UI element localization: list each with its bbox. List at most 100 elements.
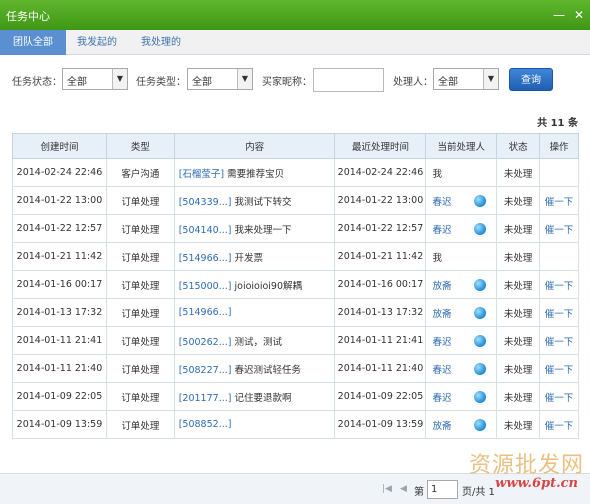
order-link[interactable]: [514966...] (179, 253, 232, 264)
chevron-down-icon: ▼ (112, 69, 127, 89)
order-link[interactable]: [201177...] (179, 393, 232, 404)
page-suffix: 页/共 1 (462, 487, 495, 498)
header-created-time[interactable]: 创建时间 (12, 133, 107, 159)
cell-handler: 我 (425, 242, 498, 271)
cell-type: 订单处理 (105, 298, 175, 327)
buyer-nickname-input[interactable] (313, 68, 384, 92)
order-link[interactable]: [504140...] (179, 225, 232, 236)
tab-initiated-by-me[interactable]: 我发起的 (66, 30, 128, 55)
type-select[interactable]: 全部 ▼ (187, 68, 253, 90)
handler-select[interactable]: 全部 ▼ (433, 68, 499, 90)
cell-content: [508227...] 春迟测试轻任务 (173, 354, 336, 383)
remind-link[interactable]: 催一下 (545, 337, 574, 348)
handler-name: 我 (432, 168, 442, 180)
handler-name[interactable]: 春迟 (432, 337, 451, 348)
order-link[interactable]: [514966...] (179, 307, 232, 318)
type-select-value: 全部 (192, 77, 212, 88)
cell-handler: 我 (425, 158, 498, 187)
wangwang-icon[interactable] (474, 335, 487, 347)
cell-content: [514966...] 开发票 (173, 242, 336, 271)
remind-link[interactable]: 催一下 (545, 281, 574, 292)
close-icon[interactable]: ✕ (572, 8, 586, 22)
cell-created-time: 2014-01-16 00:17 (12, 270, 107, 299)
remind-link[interactable]: 催一下 (545, 365, 574, 376)
cell-status: 未处理 (496, 242, 541, 271)
wangwang-icon[interactable] (474, 223, 487, 235)
header-updated-time[interactable]: 最近处理时间 (334, 133, 427, 159)
query-button[interactable]: 查询 (509, 68, 553, 91)
cell-status: 未处理 (496, 270, 541, 299)
handler-name[interactable]: 放斋 (432, 281, 451, 292)
handler-name[interactable]: 春迟 (432, 197, 451, 208)
remind-link[interactable]: 催一下 (545, 309, 574, 320)
cell-type: 订单处理 (105, 270, 175, 299)
remind-link[interactable]: 催一下 (545, 393, 574, 404)
header-content[interactable]: 内容 (173, 133, 336, 159)
wangwang-icon[interactable] (474, 419, 487, 431)
handler-name[interactable]: 放斋 (432, 309, 451, 320)
status-select[interactable]: 全部 ▼ (62, 68, 128, 90)
cell-handler: 放斋 (425, 298, 498, 327)
wangwang-icon[interactable] (474, 307, 487, 319)
total-count: 共 11 条 (537, 118, 578, 129)
wangwang-icon[interactable] (474, 363, 487, 375)
order-link[interactable]: [508852...] (179, 419, 232, 430)
cell-updated-time: 2014-01-22 12:57 (334, 214, 427, 243)
window-title: 任务中心 (6, 10, 50, 23)
cell-handler: 放斋 (425, 410, 498, 439)
content-text: 开发票 (231, 252, 263, 264)
watermark-logo: 资源批发网 (468, 453, 584, 478)
type-label: 任务类型： (136, 77, 186, 88)
table-row: 2014-02-24 22:46 客户沟通 [石榴莹子] 需要推荐宝贝 2014-02… (12, 158, 579, 187)
order-link[interactable]: [500262...] (179, 337, 232, 348)
table-row: 2014-01-09 13:59 订单处理 [508852...] 2014-01-0… (12, 410, 579, 439)
cell-type: 订单处理 (105, 214, 175, 243)
remind-link[interactable]: 催一下 (545, 421, 574, 432)
chevron-down-icon: ▼ (237, 69, 252, 89)
prev-page-icon[interactable]: ◀ (400, 484, 407, 494)
cell-action: 催一下 (539, 186, 579, 215)
header-type[interactable]: 类型 (105, 133, 175, 159)
handler-name[interactable]: 放斋 (432, 421, 451, 432)
cell-handler: 春迟 (425, 214, 498, 243)
cell-action: 催一下 (539, 214, 579, 243)
cell-content: [201177...] 记住要退款啊 (173, 382, 336, 411)
header-action[interactable]: 操作 (539, 133, 579, 159)
chevron-down-icon: ▼ (483, 69, 498, 89)
minimize-icon[interactable]: — (552, 8, 566, 22)
cell-updated-time: 2014-01-16 00:17 (334, 270, 427, 299)
remind-link[interactable]: 催一下 (545, 197, 574, 208)
order-link[interactable]: [515000...] (179, 281, 232, 292)
cell-type: 订单处理 (105, 354, 175, 383)
header-status[interactable]: 状态 (496, 133, 541, 159)
content-text: 记住要退款啊 (231, 392, 292, 404)
cell-type: 订单处理 (105, 242, 175, 271)
wangwang-icon[interactable] (474, 279, 487, 291)
content-text: 我来处理一下 (231, 224, 292, 236)
order-link[interactable]: [石榴莹子] (179, 169, 224, 180)
order-link[interactable]: [504339...] (179, 197, 232, 208)
first-page-icon[interactable]: |◀ (382, 484, 392, 494)
page-number-input[interactable]: 1 (427, 480, 458, 499)
order-link[interactable]: [508227...] (179, 365, 232, 376)
wangwang-icon[interactable] (474, 391, 487, 403)
handler-name[interactable]: 春迟 (432, 225, 451, 236)
cell-action: 催一下 (539, 382, 579, 411)
wangwang-icon[interactable] (474, 195, 487, 207)
cell-status: 未处理 (496, 410, 541, 439)
handler-select-value: 全部 (438, 77, 458, 88)
tab-team-all[interactable]: 团队全部 (0, 30, 66, 55)
cell-status: 未处理 (496, 326, 541, 355)
table-row: 2014-01-11 21:41 订单处理 [500262...] 测试，测试 201… (12, 326, 579, 355)
cell-handler: 春迟 (425, 354, 498, 383)
cell-updated-time: 2014-01-11 21:40 (334, 354, 427, 383)
remind-link[interactable]: 催一下 (545, 225, 574, 236)
tab-handled-by-me[interactable]: 我处理的 (130, 30, 192, 55)
cell-content: [508852...] (173, 410, 336, 439)
buyer-label: 买家昵称： (262, 77, 312, 88)
handler-name[interactable]: 春迟 (432, 365, 451, 376)
task-table: 创建时间 类型 内容 最近处理时间 当前处理人 状态 操作 2014-02-24… (12, 133, 579, 439)
cell-action: 催一下 (539, 298, 579, 327)
handler-name[interactable]: 春迟 (432, 393, 451, 404)
header-handler[interactable]: 当前处理人 (425, 133, 498, 159)
